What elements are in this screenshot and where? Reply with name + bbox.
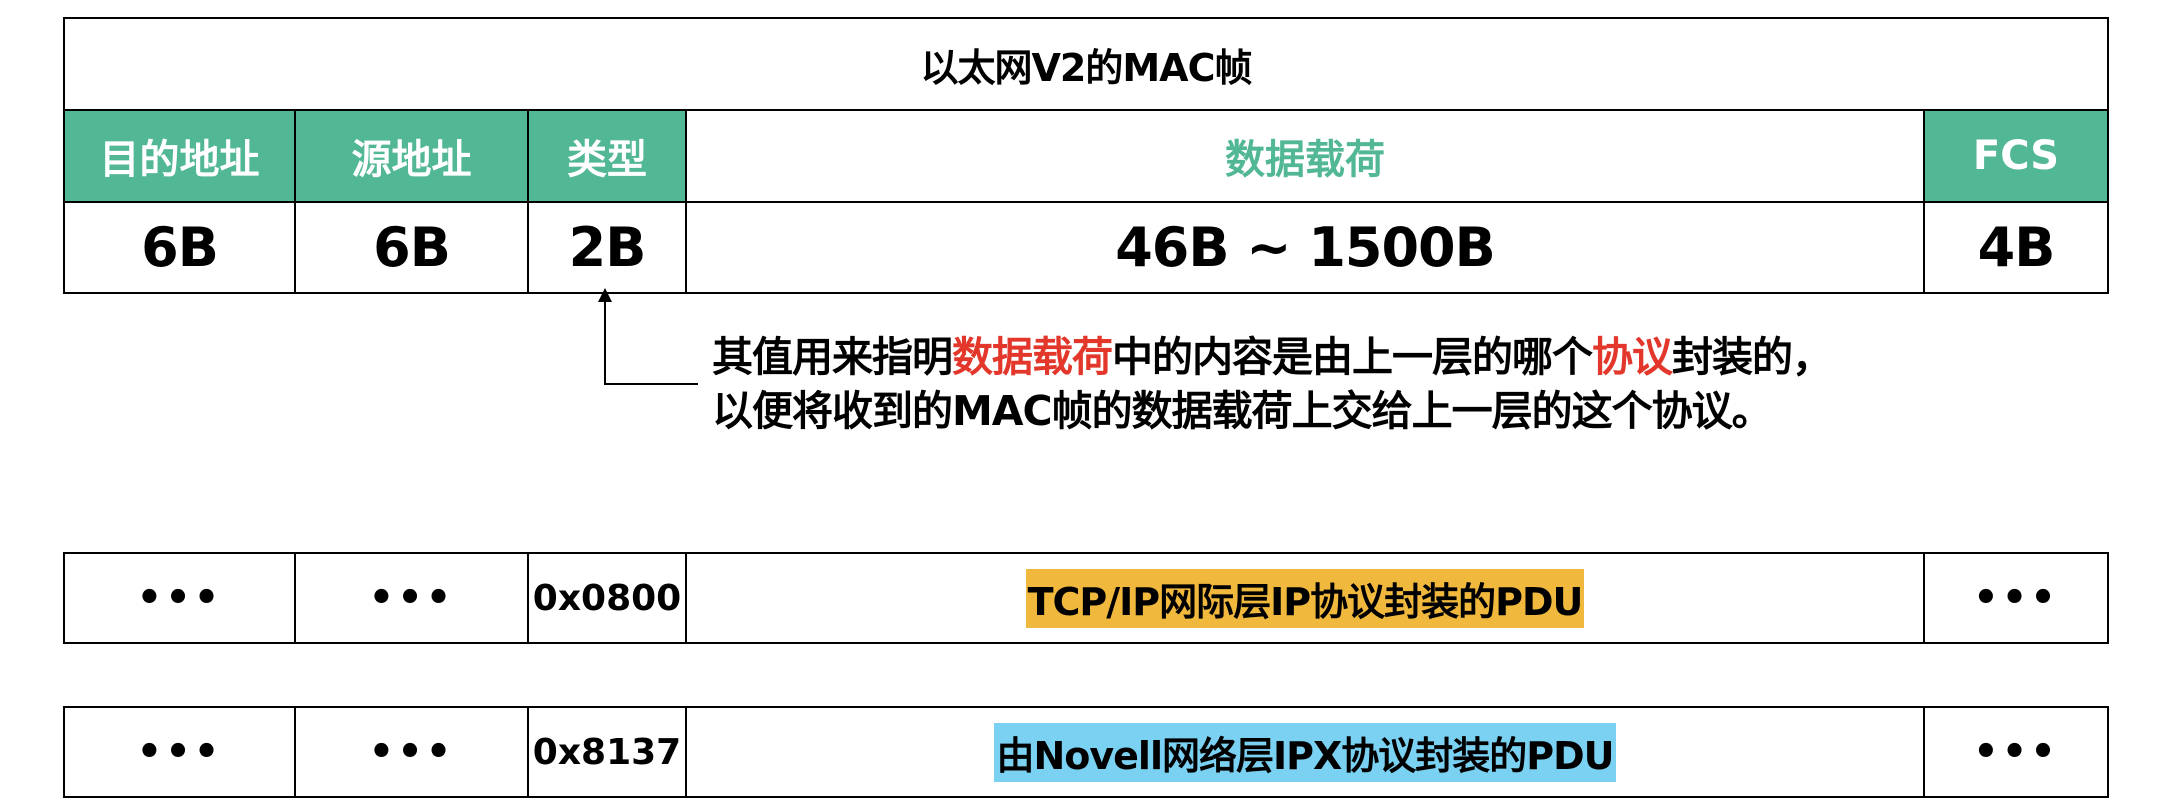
note-line-1: 其值用来指明数据载荷中的内容是由上一层的哪个协议封装的， [712, 330, 1833, 384]
ipx-row-src-ellipsis: ••• [368, 729, 455, 775]
ip-row-payload: TCP/IP网际层IP协议封装的PDU [685, 552, 1925, 644]
ipx-row-type-value: 0x8137 [532, 731, 682, 773]
ip-payload-highlight: TCP/IP网际层IP协议封装的PDU [1025, 568, 1585, 628]
header-src-address-label: 源地址 [351, 137, 472, 183]
size-type-value: 2B [568, 216, 647, 279]
header-fcs-label: FCS [1972, 133, 2060, 179]
type-pointer-arrow [598, 288, 698, 385]
size-src-address-value: 6B [373, 216, 451, 279]
size-fcs-value: 4B [1977, 216, 2056, 279]
header-dest-address: 目的地址 [63, 109, 296, 203]
ipx-row-fcs-ellipsis: ••• [1973, 729, 2059, 775]
frame-title-text: 以太网V2的MAC帧 [920, 45, 1253, 90]
note-text-3: 封装的， [1672, 333, 1833, 381]
ipx-row-type: 0x8137 [527, 706, 687, 798]
size-dest-address: 6B [63, 201, 296, 294]
note-line-2: 以便将收到的MAC帧的数据载荷上交给上一层的这个协议。 [712, 387, 1773, 435]
size-type: 2B [527, 201, 687, 294]
frame-title: 以太网V2的MAC帧 [63, 17, 2109, 111]
note-emphasis-protocol: 协议 [1592, 333, 1673, 381]
size-fcs: 4B [1923, 201, 2109, 294]
note-emphasis-payload: 数据载荷 [952, 333, 1113, 381]
ip-row-src-ellipsis: ••• [368, 575, 455, 621]
arrowhead [598, 288, 612, 302]
header-src-address: 源地址 [294, 109, 529, 203]
ipx-row-dest: ••• [63, 706, 296, 798]
size-payload: 46B ~ 1500B [685, 201, 1925, 294]
ipx-row-src: ••• [294, 706, 529, 798]
header-type: 类型 [527, 109, 687, 203]
size-src-address: 6B [294, 201, 529, 294]
note-text-1: 其值用来指明 [712, 333, 953, 381]
header-payload: 数据载荷 [685, 109, 1925, 203]
ip-row-src: ••• [294, 552, 529, 644]
ipx-row-dest-ellipsis: ••• [136, 729, 223, 775]
ip-row-fcs: ••• [1923, 552, 2109, 644]
header-type-label: 类型 [567, 137, 647, 183]
header-payload-label: 数据载荷 [1225, 137, 1385, 183]
ip-row-dest: ••• [63, 552, 296, 644]
ip-row-type-value: 0x0800 [532, 577, 682, 619]
header-fcs: FCS [1923, 109, 2109, 203]
ipx-row-payload: 由Novell网络层IPX协议封装的PDU [685, 706, 1925, 798]
ip-row-dest-ellipsis: ••• [136, 575, 223, 621]
note-text-2: 中的内容是由上一层的哪个 [1112, 333, 1593, 381]
ip-row-type: 0x0800 [527, 552, 687, 644]
type-field-note: 其值用来指明数据载荷中的内容是由上一层的哪个协议封装的， 以便将收到的MAC帧的… [712, 330, 1833, 438]
size-dest-address-value: 6B [141, 216, 219, 279]
ip-row-fcs-ellipsis: ••• [1973, 575, 2059, 621]
header-dest-address-label: 目的地址 [99, 137, 260, 183]
ipx-payload-highlight: 由Novell网络层IPX协议封装的PDU [994, 722, 1616, 782]
ipx-row-fcs: ••• [1923, 706, 2109, 798]
arrow-line [604, 300, 698, 385]
size-payload-value: 46B ~ 1500B [1115, 216, 1496, 279]
